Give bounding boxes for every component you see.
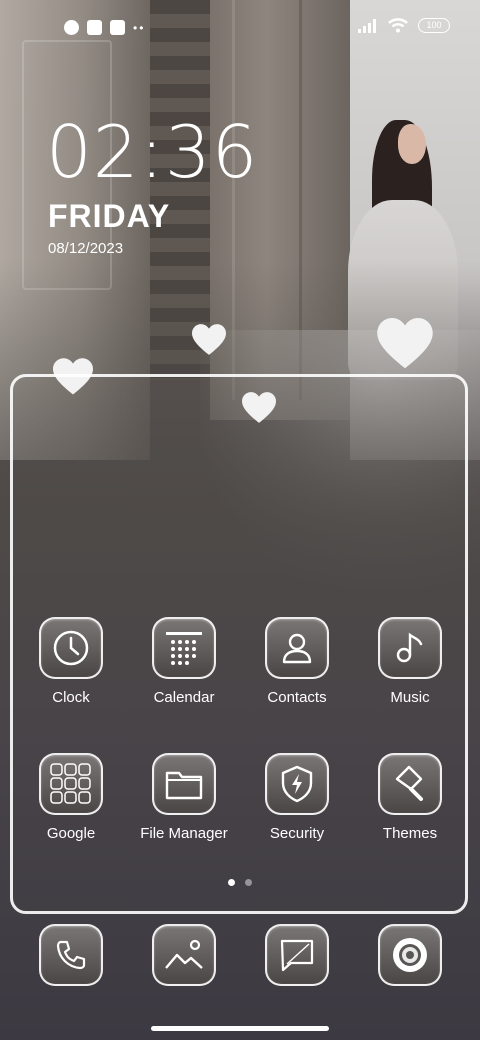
- paint-brush-icon: [378, 753, 442, 815]
- heart-icon: [377, 318, 433, 369]
- dock-messages[interactable]: [242, 924, 352, 986]
- dock-phone[interactable]: [16, 924, 126, 986]
- app-contacts[interactable]: Contacts: [242, 617, 352, 706]
- app-google-folder[interactable]: Google: [16, 753, 126, 842]
- more-notifications-icon: ••: [133, 20, 146, 35]
- app-calendar[interactable]: Calendar: [129, 617, 239, 706]
- app-label: Security: [269, 825, 325, 842]
- app-label: Contacts: [267, 689, 327, 706]
- wallpaper-bride-face: [398, 124, 426, 164]
- shield-icon: [265, 753, 329, 815]
- clock-icon: [39, 617, 103, 679]
- clock-day: FRIDAY: [48, 198, 171, 234]
- app-clock[interactable]: Clock: [16, 617, 126, 706]
- home-indicator[interactable]: [151, 1026, 329, 1031]
- page-dot-2[interactable]: [245, 879, 252, 886]
- clock-time[interactable]: 02:36: [46, 112, 259, 192]
- messages-icon: [265, 924, 329, 986]
- app-label: Music: [390, 689, 430, 706]
- app-file-manager[interactable]: File Manager: [129, 753, 239, 842]
- wifi-icon: [388, 18, 408, 33]
- google-folder-icon: [39, 753, 103, 815]
- dock-camera[interactable]: [355, 924, 465, 986]
- status-bar: •• 100: [0, 0, 480, 56]
- app-label: Google: [46, 825, 96, 842]
- heart-icon: [192, 324, 226, 355]
- camera-icon: [378, 924, 442, 986]
- app-label: Themes: [382, 825, 438, 842]
- phone-icon: [39, 924, 103, 986]
- status-notifications: ••: [64, 20, 145, 35]
- page-indicator[interactable]: [228, 879, 252, 886]
- app-music[interactable]: Music: [355, 617, 465, 706]
- upload-notification-icon: [110, 20, 125, 35]
- clock-date: 08/12/2023: [48, 240, 124, 257]
- music-icon: [378, 617, 442, 679]
- app-label: Clock: [52, 689, 90, 706]
- dock-gallery[interactable]: [129, 924, 239, 986]
- gallery-icon: [152, 924, 216, 986]
- app-security[interactable]: Security: [242, 753, 352, 842]
- calendar-icon: [152, 617, 216, 679]
- signal-icon: [358, 18, 376, 33]
- app-notification-icon: [64, 20, 79, 35]
- status-system: 100: [358, 18, 450, 33]
- battery-icon: 100: [418, 18, 450, 33]
- app-label: File Manager: [140, 825, 228, 842]
- contacts-icon: [265, 617, 329, 679]
- square-notification-icon: [87, 20, 102, 35]
- page-dot-1[interactable]: [228, 879, 235, 886]
- folder-icon: [152, 753, 216, 815]
- app-themes[interactable]: Themes: [355, 753, 465, 842]
- app-label: Calendar: [153, 689, 215, 706]
